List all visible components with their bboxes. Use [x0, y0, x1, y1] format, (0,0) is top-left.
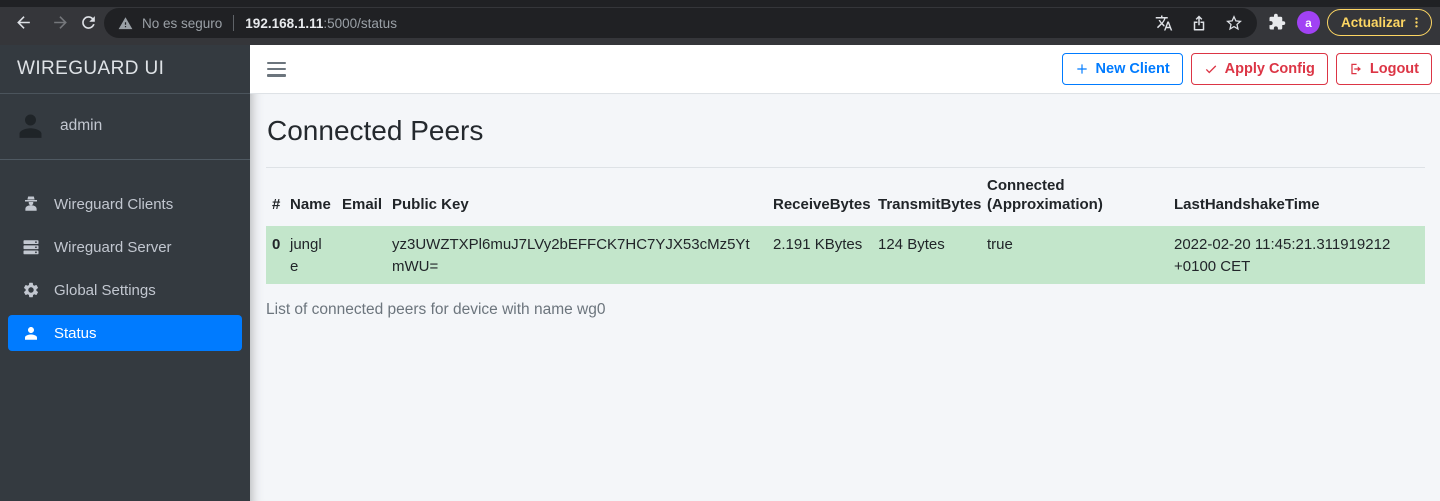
sidebar-item-global-settings[interactable]: Global Settings: [8, 272, 242, 308]
server-icon: [23, 240, 39, 255]
url-path: :5000/status: [323, 15, 397, 31]
sidebar-item-label: Status: [54, 324, 97, 342]
sidebar-nav: Wireguard Clients Wireguard Server Globa…: [0, 160, 250, 358]
avatar-letter: a: [1305, 15, 1312, 30]
plus-icon: [1076, 64, 1087, 74]
star-icon[interactable]: [1225, 14, 1243, 32]
window-frame-strip: [0, 0, 1440, 7]
sidebar-item-wireguard-clients[interactable]: Wireguard Clients: [8, 186, 242, 222]
update-label: Actualizar: [1341, 15, 1406, 30]
col-index: #: [266, 167, 284, 227]
user-secret-icon: [25, 196, 37, 211]
user-name: admin: [60, 116, 103, 134]
back-arrow-icon[interactable]: [14, 13, 33, 32]
logout-label: Logout: [1369, 61, 1419, 77]
cell-name: jungle: [284, 226, 336, 285]
top-navbar: New Client Apply Config Logout: [250, 45, 1440, 94]
sidebar: WIREGUARD UI admin Wireguard Clients Wir…: [0, 45, 250, 501]
table-row[interactable]: 0 jungle yz3UWZTXPl6muJ7LVy2bEFFCK7HC7YJ…: [266, 226, 1425, 285]
col-public-key: Public Key: [386, 167, 767, 227]
sidebar-item-label: Global Settings: [54, 281, 156, 299]
url-bar[interactable]: No es seguro 192.168.1.11 :5000/status: [104, 8, 1257, 38]
col-name: Name: [284, 167, 336, 227]
cell-receive-bytes: 2.191 KBytes: [767, 226, 872, 285]
reload-icon[interactable]: [79, 13, 98, 32]
cell-email: [336, 226, 386, 285]
url-host: 192.168.1.11: [245, 15, 324, 31]
warning-triangle-icon: [118, 16, 133, 29]
sidebar-item-label: Wireguard Clients: [54, 195, 174, 213]
content-area: Connected Peers # Name Email Public Key …: [250, 94, 1440, 501]
cell-transmit-bytes: 124 Bytes: [872, 226, 981, 285]
new-client-label: New Client: [1095, 61, 1170, 77]
user-avatar-icon: [19, 114, 42, 138]
sidebar-item-label: Wireguard Server: [54, 238, 172, 256]
cell-index: 0: [266, 226, 284, 285]
extensions-puzzle-icon[interactable]: [1268, 13, 1286, 31]
brand-title[interactable]: WIREGUARD UI: [0, 45, 250, 94]
logout-button[interactable]: Logout: [1335, 53, 1432, 85]
translate-icon[interactable]: [1155, 14, 1173, 32]
cell-last-handshake: 2022-02-20 11:45:21.311919212 +0100 CET: [1168, 226, 1425, 285]
col-receive-bytes: ReceiveBytes: [767, 167, 872, 227]
navbar-actions: New Client Apply Config Logout: [1061, 53, 1432, 85]
apply-config-label: Apply Config: [1224, 61, 1315, 77]
col-connected: Connected (Approximation): [981, 167, 1168, 227]
table-header-row: # Name Email Public Key ReceiveBytes Tra…: [266, 167, 1425, 227]
sidebar-item-status[interactable]: Status: [8, 315, 242, 351]
sign-out-icon: [1351, 63, 1361, 75]
table-footer-note: List of connected peers for device with …: [266, 301, 606, 319]
share-icon[interactable]: [1190, 14, 1208, 32]
check-icon: [1205, 65, 1216, 74]
new-client-button[interactable]: New Client: [1061, 53, 1183, 85]
browser-update-button[interactable]: Actualizar: [1327, 9, 1432, 36]
forward-arrow-icon[interactable]: [51, 13, 70, 32]
kebab-menu-icon[interactable]: [1410, 15, 1423, 30]
col-email: Email: [336, 167, 386, 227]
col-last-handshake: LastHandshakeTime: [1168, 167, 1425, 227]
security-label[interactable]: No es seguro: [142, 16, 222, 31]
connected-peers-table: # Name Email Public Key ReceiveBytes Tra…: [266, 167, 1425, 285]
gear-icon: [23, 282, 39, 298]
page-title: Connected Peers: [267, 115, 484, 146]
cell-public-key: yz3UWZTXPl6muJ7LVy2bEFFCK7HC7YJX53cMz5Yt…: [386, 226, 767, 285]
user-panel: admin: [0, 94, 250, 160]
browser-toolbar: No es seguro 192.168.1.11 :5000/status a…: [0, 0, 1440, 45]
col-transmit-bytes: TransmitBytes: [872, 167, 981, 227]
browser-profile-avatar[interactable]: a: [1297, 11, 1320, 34]
user-icon: [25, 327, 37, 340]
hamburger-menu-icon[interactable]: [267, 61, 286, 77]
sidebar-item-wireguard-server[interactable]: Wireguard Server: [8, 229, 242, 265]
apply-config-button[interactable]: Apply Config: [1190, 53, 1328, 85]
cell-connected: true: [981, 226, 1168, 285]
url-divider: [233, 15, 235, 31]
